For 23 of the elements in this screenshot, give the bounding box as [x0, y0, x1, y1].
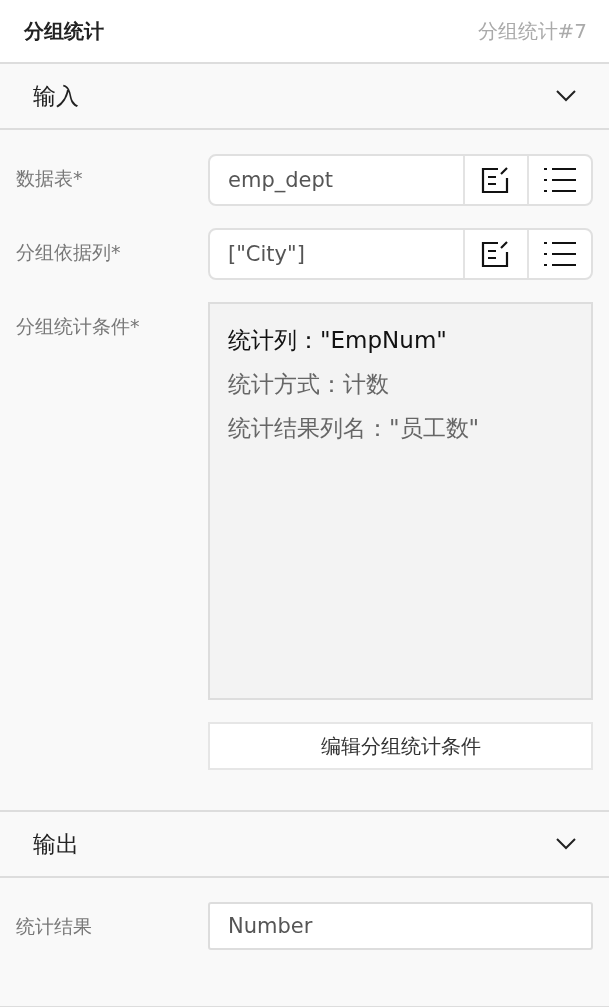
list-icon: [543, 241, 577, 267]
input-field[interactable]: Number: [208, 902, 593, 950]
input-field[interactable]: emp_dept: [208, 154, 593, 206]
edit-icon: [481, 166, 511, 194]
chevron-icon[interactable]: [556, 90, 576, 102]
instance-name: 分组统计#7: [477, 17, 587, 45]
field-label: 分组依据列*: [16, 240, 122, 265]
condition-line: 统计列："EmpNum": [228, 326, 448, 355]
section-header[interactable]: 输入: [0, 62, 609, 130]
list-icon: [543, 167, 577, 193]
condition-line: 统计方式：计数: [228, 370, 390, 399]
condition-line: 统计结果列名："员工数": [228, 414, 481, 443]
input-field[interactable]: ["City"]: [208, 228, 593, 280]
section-header[interactable]: 输出: [0, 810, 609, 878]
edit-conditions-button[interactable]: 编辑分组统计条件: [208, 722, 593, 770]
field-label: 分组统计条件*: [16, 314, 141, 339]
section-title: 输入: [33, 81, 79, 111]
panel-title: 分组统计: [24, 17, 104, 45]
edit-icon: [481, 240, 511, 268]
chevron-icon[interactable]: [556, 838, 576, 850]
field-label: 数据表*: [16, 166, 84, 191]
section-title: 输出: [33, 829, 79, 859]
field-label: 统计结果: [16, 914, 93, 939]
